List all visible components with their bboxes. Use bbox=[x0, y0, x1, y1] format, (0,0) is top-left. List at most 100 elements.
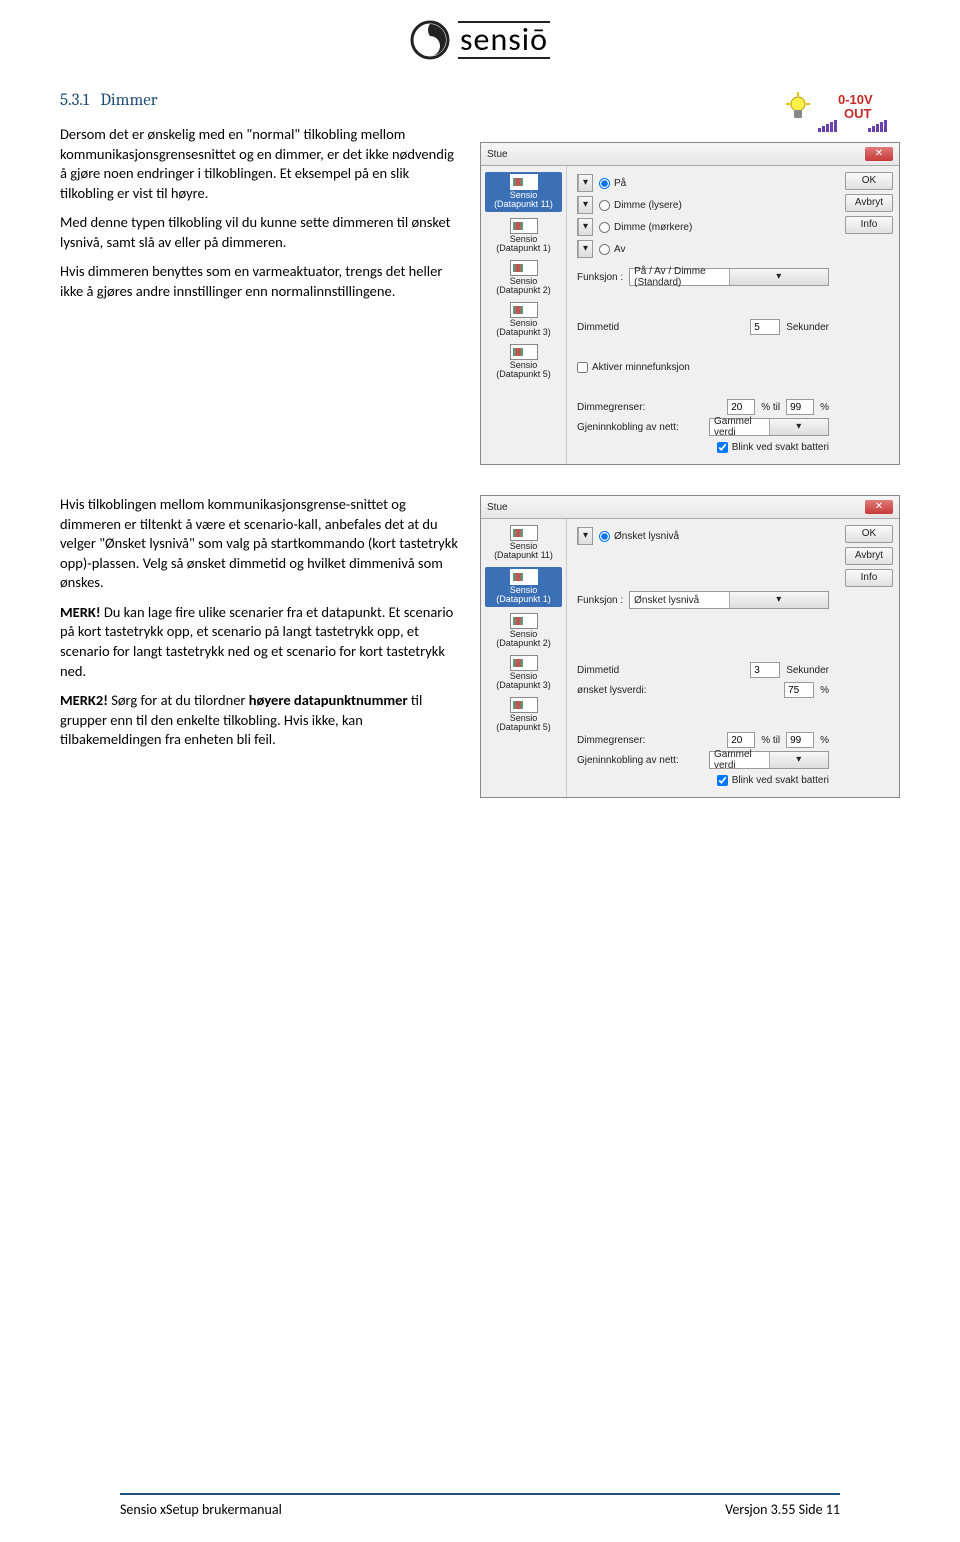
dp-sub: (Datapunkt 3) bbox=[496, 681, 551, 690]
datapoint-item[interactable]: Sensio(Datapunkt 3) bbox=[485, 302, 562, 338]
dp-sub: (Datapunkt 11) bbox=[494, 551, 553, 560]
paragraph: MERK! Du kan lage fire ulike scenarier f… bbox=[60, 603, 462, 681]
gjeninnkobling-select[interactable]: Gammel verdi▾ bbox=[709, 751, 829, 769]
dp-sub: (Datapunkt 5) bbox=[496, 723, 551, 732]
dialog-stue-2: Stue ✕ Sensio(Datapunkt 11) Sensio(Datap… bbox=[480, 495, 900, 798]
close-icon[interactable]: ✕ bbox=[865, 500, 893, 514]
checkbox-minnefunksjon[interactable]: Aktiver minnefunksjon bbox=[577, 358, 829, 376]
pct-til-label: % til bbox=[761, 735, 780, 746]
dp-sub: (Datapunkt 2) bbox=[496, 286, 551, 295]
device-icon bbox=[510, 174, 538, 190]
dialog-titlebar: Stue ✕ bbox=[481, 143, 899, 166]
paragraph: Med denne typen tilkobling vil du kunne … bbox=[60, 213, 462, 252]
paragraph: Dersom det er ønskelig med en "normal" t… bbox=[60, 125, 462, 203]
radio-paa[interactable]: På bbox=[599, 178, 626, 189]
merk2-label: MERK2! bbox=[60, 691, 108, 709]
chevron-down-icon[interactable]: ▾ bbox=[729, 592, 828, 608]
datapoint-item[interactable]: Sensio(Datapunkt 5) bbox=[485, 344, 562, 380]
sekunder-label: Sekunder bbox=[786, 665, 829, 676]
radio-av[interactable]: Av bbox=[599, 244, 626, 255]
device-icon bbox=[510, 260, 538, 276]
datapoint-item[interactable]: Sensio(Datapunkt 11) bbox=[485, 525, 562, 561]
checkbox-blink[interactable]: Blink ved svakt batteri bbox=[577, 771, 829, 789]
page-footer: Sensio xSetup brukermanual Versjon 3.55 … bbox=[120, 1493, 840, 1518]
limit-high-input[interactable] bbox=[786, 399, 814, 415]
device-icon bbox=[510, 613, 538, 629]
chevron-down-icon[interactable]: ▾ bbox=[578, 528, 592, 544]
pct-label: % bbox=[820, 402, 829, 413]
sekunder-label: Sekunder bbox=[786, 322, 829, 333]
datapoint-item[interactable]: Sensio(Datapunkt 3) bbox=[485, 655, 562, 691]
info-button[interactable]: Info bbox=[845, 216, 893, 234]
onsket-lysverdi-input[interactable] bbox=[784, 682, 814, 698]
gjeninnkobling-label: Gjeninnkobling av nett: bbox=[577, 422, 679, 433]
chevron-down-icon[interactable]: ▾ bbox=[578, 197, 592, 213]
funksjon-label: Funksjon : bbox=[577, 272, 623, 283]
footer-rule bbox=[120, 1493, 840, 1495]
dimmegrenser-label: Dimmegrenser: bbox=[577, 402, 645, 413]
page-header: sensiō bbox=[60, 0, 900, 60]
section-number: 5.3.1 bbox=[60, 91, 89, 110]
ok-button[interactable]: OK bbox=[845, 172, 893, 190]
footer-left: Sensio xSetup brukermanual bbox=[120, 1501, 282, 1518]
radio-dimme-lysere[interactable]: Dimme (lysere) bbox=[599, 200, 682, 211]
datapoint-item[interactable]: Sensio(Datapunkt 2) bbox=[485, 613, 562, 649]
limit-low-input[interactable] bbox=[727, 732, 755, 748]
paragraph: Hvis tilkoblingen mellom kommunikasjonsg… bbox=[60, 495, 462, 593]
chevron-down-icon[interactable]: ▾ bbox=[729, 269, 828, 285]
gjeninnkobling-select[interactable]: Gammel verdi▾ bbox=[709, 418, 829, 436]
chevron-down-icon[interactable]: ▾ bbox=[769, 419, 829, 435]
dimmetid-label: Dimmetid bbox=[577, 665, 619, 676]
gjeninnkobling-label: Gjeninnkobling av nett: bbox=[577, 755, 679, 766]
dialog-stue-1: Stue ✕ Sensio(Datapunkt 11) Sensio(Datap… bbox=[480, 142, 900, 465]
pct-label: % bbox=[820, 735, 829, 746]
footer-right: Versjon 3.55 Side 11 bbox=[725, 1501, 840, 1518]
limit-high-input[interactable] bbox=[786, 732, 814, 748]
section-title: Dimmer bbox=[100, 91, 157, 110]
close-icon[interactable]: ✕ bbox=[865, 147, 893, 161]
chevron-down-icon[interactable]: ▾ bbox=[769, 752, 829, 768]
logo: sensiō bbox=[410, 20, 550, 60]
limit-low-input[interactable] bbox=[727, 399, 755, 415]
text-column-1: 5.3.1 Dimmer Dersom det er ønskelig med … bbox=[60, 90, 462, 465]
dp-sub: (Datapunkt 1) bbox=[496, 244, 551, 253]
datapoint-item[interactable]: Sensio(Datapunkt 11) bbox=[485, 172, 562, 212]
datapoint-item[interactable]: Sensio(Datapunkt 1) bbox=[485, 567, 562, 607]
logo-mark bbox=[410, 20, 450, 60]
info-button[interactable]: Info bbox=[845, 569, 893, 587]
chevron-down-icon[interactable]: ▾ bbox=[578, 175, 592, 191]
figure-column-2: Stue ✕ Sensio(Datapunkt 11) Sensio(Datap… bbox=[480, 495, 900, 798]
chevron-down-icon[interactable]: ▾ bbox=[578, 241, 592, 257]
dimmetid-input[interactable] bbox=[750, 319, 780, 335]
checkbox-blink[interactable]: Blink ved svakt batteri bbox=[577, 438, 829, 456]
device-icon bbox=[510, 697, 538, 713]
funksjon-select[interactable]: På / Av / Dimme (Standard)▾ bbox=[629, 268, 829, 286]
logo-text: sensiō bbox=[458, 21, 550, 59]
device-icon bbox=[510, 302, 538, 318]
radio-onsket-lysnivaa[interactable]: Ønsket lysnivå bbox=[599, 531, 679, 542]
cancel-button[interactable]: Avbryt bbox=[845, 547, 893, 565]
onsket-lysverdi-label: ønsket lysverdi: bbox=[577, 685, 646, 696]
cancel-button[interactable]: Avbryt bbox=[845, 194, 893, 212]
chevron-down-icon[interactable]: ▾ bbox=[578, 219, 592, 235]
datapoint-list: Sensio(Datapunkt 11) Sensio(Datapunkt 1)… bbox=[481, 519, 567, 797]
ok-button[interactable]: OK bbox=[845, 525, 893, 543]
funksjon-select[interactable]: Ønsket lysnivå▾ bbox=[629, 591, 829, 609]
datapoint-list: Sensio(Datapunkt 11) Sensio(Datapunkt 1)… bbox=[481, 166, 567, 464]
datapoint-item[interactable]: Sensio(Datapunkt 2) bbox=[485, 260, 562, 296]
datapoint-item[interactable]: Sensio(Datapunkt 5) bbox=[485, 697, 562, 733]
pct-til-label: % til bbox=[761, 402, 780, 413]
dialog-title: Stue bbox=[487, 502, 508, 513]
dimmegrenser-label: Dimmegrenser: bbox=[577, 735, 645, 746]
device-icon bbox=[510, 344, 538, 360]
radio-dimme-morkere[interactable]: Dimme (mørkere) bbox=[599, 222, 692, 233]
dp-sub: (Datapunkt 11) bbox=[494, 200, 553, 209]
dialog-titlebar: Stue ✕ bbox=[481, 496, 899, 519]
svg-text:OUT: OUT bbox=[844, 106, 872, 121]
text-column-2: Hvis tilkoblingen mellom kommunikasjonsg… bbox=[60, 495, 462, 798]
dimmetid-input[interactable] bbox=[750, 662, 780, 678]
datapoint-item[interactable]: Sensio(Datapunkt 1) bbox=[485, 218, 562, 254]
dp-sub: (Datapunkt 3) bbox=[496, 328, 551, 337]
figure-column-1: 0-10V OUT Stue ✕ Sensio(Datapunkt 11) bbox=[480, 90, 900, 465]
dp-sub: (Datapunkt 5) bbox=[496, 370, 551, 379]
